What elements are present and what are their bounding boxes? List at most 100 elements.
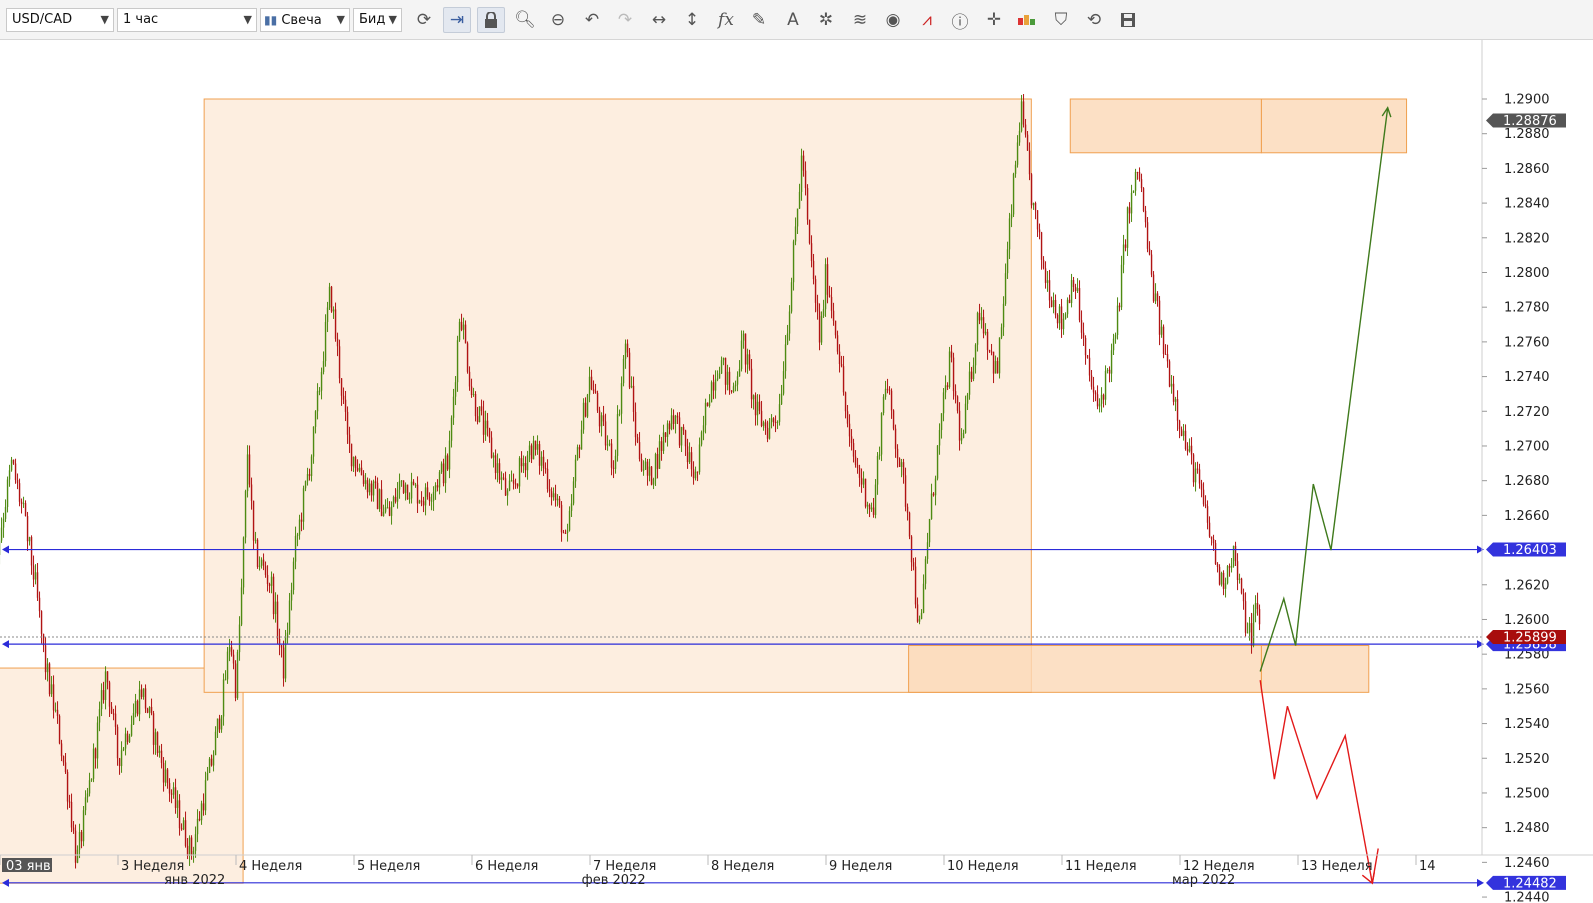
alert-chart-icon[interactable]: ⩘: [913, 7, 941, 33]
candle-body: [736, 376, 739, 385]
candle-body: [790, 282, 793, 312]
y-tick-label: 1.2520: [1504, 752, 1550, 767]
autoscroll-icon[interactable]: ⇥: [443, 7, 471, 33]
candle-body: [1126, 207, 1129, 248]
fx-icon[interactable]: fx: [712, 7, 740, 33]
candle-body: [8, 470, 11, 480]
timeframe-select[interactable]: 1 час ▼: [117, 8, 257, 32]
candle-body: [956, 396, 959, 411]
candle-body: [1062, 318, 1065, 330]
price-side-select[interactable]: Бид ▼: [353, 8, 402, 32]
candle-body: [332, 309, 335, 312]
candle-body: [906, 506, 909, 513]
symbol-select[interactable]: USD/CAD ▼: [6, 8, 114, 32]
undo-icon[interactable]: ↶: [578, 7, 606, 33]
candle-body: [172, 787, 175, 795]
nodes-icon[interactable]: ✲: [812, 7, 840, 33]
candle-body: [1188, 445, 1191, 452]
candle-body: [538, 444, 541, 466]
candle-body: [288, 600, 291, 633]
horizontal-arrows-icon[interactable]: ↔: [645, 7, 673, 33]
zone-rect-5[interactable]: [1260, 644, 1370, 693]
candle-body: [48, 663, 51, 695]
chart-type-select[interactable]: ▮▮ Свеча ▼: [260, 8, 350, 32]
candle-body: [424, 487, 427, 506]
zoom-in-icon[interactable]: 🔍︎: [511, 7, 539, 33]
candle-body: [324, 321, 327, 362]
zone-rect-2[interactable]: [1069, 98, 1262, 154]
candle-body: [1218, 566, 1221, 585]
candle-body: [526, 455, 529, 471]
candle-body: [334, 309, 337, 339]
candle-body: [892, 410, 895, 429]
candle-body: [396, 489, 399, 502]
candle-body: [952, 357, 955, 392]
candle-body: [1090, 375, 1093, 387]
candle-body: [798, 191, 801, 209]
text-tool-icon[interactable]: A: [779, 7, 807, 33]
candle-body: [912, 562, 915, 567]
zone-rect-1[interactable]: [203, 98, 1032, 693]
candle-body: [74, 830, 77, 863]
candle-body: [276, 601, 279, 639]
candle-body: [730, 390, 733, 392]
heatmap-icon[interactable]: [1013, 7, 1041, 33]
paint-bucket-icon[interactable]: ⛉: [1047, 7, 1075, 33]
candle-body: [1100, 394, 1103, 404]
zone-rect-4[interactable]: [908, 644, 1262, 693]
candle-body: [808, 219, 811, 244]
layers-icon[interactable]: ≋: [846, 7, 874, 33]
candle-body: [1076, 288, 1079, 291]
circle-arrows-icon[interactable]: ⟲: [1080, 7, 1108, 33]
candle-body: [962, 433, 965, 439]
candle-body: [598, 410, 601, 427]
candle-body: [110, 706, 113, 714]
candle-body: [916, 604, 919, 622]
lock-icon[interactable]: [477, 7, 505, 33]
info-icon[interactable]: ⓘ: [946, 7, 974, 33]
chevron-down-icon: ▼: [388, 13, 397, 26]
refresh-icon[interactable]: ⟳: [410, 7, 438, 33]
candle-body: [626, 343, 629, 353]
candle-body: [740, 340, 743, 369]
candle-body: [1174, 399, 1177, 402]
candle-body: [484, 420, 487, 435]
candle-body: [934, 478, 937, 496]
candle-body: [566, 530, 569, 534]
candle-body: [936, 445, 939, 479]
pencil-icon[interactable]: ✎: [745, 7, 773, 33]
crosshair-icon[interactable]: ✛: [980, 7, 1008, 33]
candle-body: [1018, 130, 1021, 143]
candle-body: [650, 466, 653, 485]
vertical-arrows-icon[interactable]: ↕: [678, 7, 706, 33]
candle-body: [418, 500, 421, 504]
candle-body: [948, 351, 951, 388]
y-tick-label: 1.2600: [1504, 613, 1550, 628]
candle-body: [976, 312, 979, 345]
candle-body: [1168, 361, 1171, 387]
candle-body: [1192, 454, 1195, 483]
redo-icon[interactable]: ↷: [611, 7, 639, 33]
price-chart[interactable]: 1.2900 1.2880 1.2860 1.2840 1.2820 1.2800 1.27…: [0, 40, 1593, 903]
candle-body: [944, 385, 947, 393]
candle-body: [90, 778, 93, 781]
eye-icon[interactable]: ◉: [879, 7, 907, 33]
candle-body: [998, 337, 1001, 374]
candle-body: [444, 455, 447, 484]
x-week-label: 6 Неделя: [475, 859, 538, 874]
candle-body: [810, 243, 813, 261]
zoom-out-icon[interactable]: ⊖: [544, 7, 572, 33]
save-icon[interactable]: [1114, 7, 1142, 33]
candle-body: [142, 688, 145, 697]
zone-rect-0[interactable]: [0, 667, 244, 884]
candle-body: [1194, 468, 1197, 483]
candle-body: [248, 454, 251, 485]
candle-body: [466, 343, 469, 372]
candle-body: [880, 413, 883, 455]
candle-body: [894, 428, 897, 449]
candle-body: [872, 507, 875, 515]
candle-body: [146, 708, 149, 713]
candle-body: [780, 393, 783, 405]
candle-body: [986, 331, 989, 350]
candle-body: [1074, 286, 1077, 291]
